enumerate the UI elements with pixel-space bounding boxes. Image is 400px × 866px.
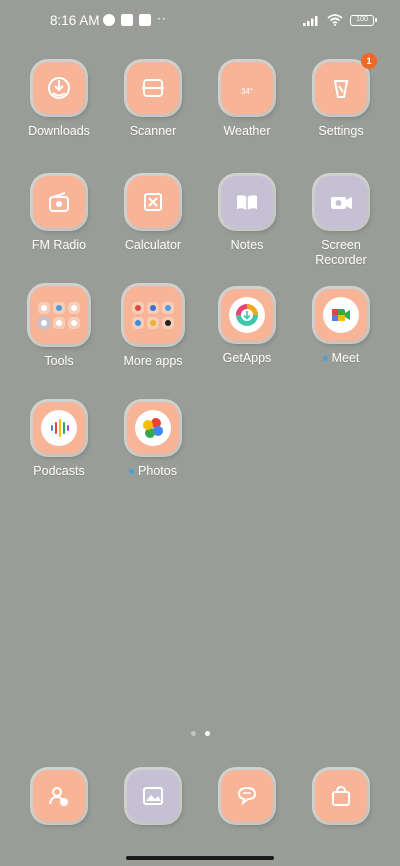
- page-indicator[interactable]: [0, 731, 400, 736]
- app-podcasts[interactable]: Podcasts: [12, 402, 106, 479]
- wifi-icon: [327, 14, 343, 26]
- gesture-nav-bar[interactable]: [126, 856, 274, 860]
- folder-more-apps-icon: [124, 286, 182, 344]
- notification-icons: ··: [103, 12, 171, 26]
- meet-icon: [315, 289, 367, 341]
- battery-icon: 100: [350, 14, 377, 26]
- app-label: Photos: [138, 464, 177, 478]
- app-photos[interactable]: Photos: [106, 402, 200, 479]
- more-notifications-icon: ··: [157, 12, 167, 26]
- folder-tools[interactable]: Tools: [5, 286, 113, 369]
- app-label: Calculator: [124, 238, 182, 252]
- folder-tools-icon: [30, 286, 88, 344]
- app-screen-recorder[interactable]: Screen Recorder: [294, 176, 388, 268]
- app-label: Settings: [318, 124, 364, 138]
- new-app-dot: [322, 356, 328, 362]
- app-label: Notes: [230, 238, 264, 252]
- folder-app-grid: [132, 301, 174, 329]
- getapps-icon: [221, 289, 273, 341]
- notes-icon: [221, 176, 273, 228]
- app-label: Scanner: [129, 124, 177, 138]
- app-meet[interactable]: Meet: [294, 289, 388, 366]
- status-bar: 8:16 AM ·· 100: [0, 12, 400, 32]
- app-scanner[interactable]: Scanner: [106, 62, 200, 139]
- dock-store[interactable]: [294, 770, 388, 822]
- app-label: Podcasts: [33, 464, 85, 478]
- weather-temp: 34°: [240, 86, 254, 96]
- dock-messages[interactable]: [200, 770, 294, 822]
- contacts-icon: [33, 770, 85, 822]
- pie-notification-icon: [103, 14, 115, 26]
- podcasts-icon: [33, 402, 85, 454]
- downloads-icon: [33, 62, 85, 114]
- new-app-dot: [129, 469, 135, 475]
- folder-mini-icon: [132, 316, 144, 329]
- app-label: Weather: [223, 124, 271, 138]
- folder-mini-icon: [147, 316, 159, 329]
- calculator-icon: [127, 176, 179, 228]
- app-notes[interactable]: Notes: [200, 176, 294, 253]
- folder-mini-icon: [68, 301, 80, 314]
- app-label: GetApps: [222, 351, 272, 365]
- upload-notification-icon: [139, 14, 151, 26]
- folder-mini-icon: [162, 301, 174, 314]
- system-icons: 100: [303, 14, 377, 26]
- app-label: Tools: [44, 354, 74, 368]
- folder-mini-icon: [162, 316, 174, 329]
- app-getapps[interactable]: GetApps: [200, 289, 294, 366]
- home-screen: 8:16 AM ·· 100 Downloads Scanner 34° Wea…: [0, 0, 400, 866]
- messages-icon: [221, 770, 273, 822]
- app-calculator[interactable]: Calculator: [106, 176, 200, 253]
- app-label: Downloads: [28, 124, 90, 138]
- signal-icon: [303, 16, 318, 26]
- folder-mini-icon: [38, 301, 50, 314]
- folder-app-grid: [38, 301, 80, 329]
- app-label: Screen Recorder: [315, 238, 367, 267]
- scanner-icon: [127, 62, 179, 114]
- app-fm-radio[interactable]: FM Radio: [12, 176, 106, 253]
- folder-mini-icon: [147, 301, 159, 314]
- folder-more-apps[interactable]: More apps: [99, 286, 207, 369]
- dock-gallery[interactable]: [106, 770, 200, 822]
- app-label: FM Radio: [31, 238, 87, 252]
- app-label: More apps: [123, 354, 183, 368]
- weather-icon: 34°: [221, 62, 273, 114]
- dock-contacts[interactable]: [12, 770, 106, 822]
- folder-mini-icon: [38, 316, 50, 329]
- gallery-icon: [127, 770, 179, 822]
- square-notification-icon: [121, 14, 133, 26]
- screen-recorder-icon: [315, 176, 367, 228]
- app-settings[interactable]: 1 Settings: [294, 53, 388, 139]
- page-dot[interactable]: [190, 731, 196, 736]
- store-bag-icon: [315, 770, 367, 822]
- app-weather[interactable]: 34° Weather: [200, 62, 294, 139]
- app-label: Meet: [331, 351, 360, 365]
- photos-icon: [127, 402, 179, 454]
- page-dot-active[interactable]: [204, 731, 210, 736]
- settings-icon: 1: [315, 53, 377, 114]
- folder-mini-icon: [53, 301, 65, 314]
- status-time: 8:16 AM: [50, 13, 100, 28]
- folder-mini-icon: [132, 301, 144, 314]
- notification-badge: 1: [361, 53, 377, 69]
- folder-mini-icon: [53, 316, 65, 329]
- app-downloads[interactable]: Downloads: [12, 62, 106, 139]
- folder-mini-icon: [68, 316, 80, 329]
- radio-icon: [33, 176, 85, 228]
